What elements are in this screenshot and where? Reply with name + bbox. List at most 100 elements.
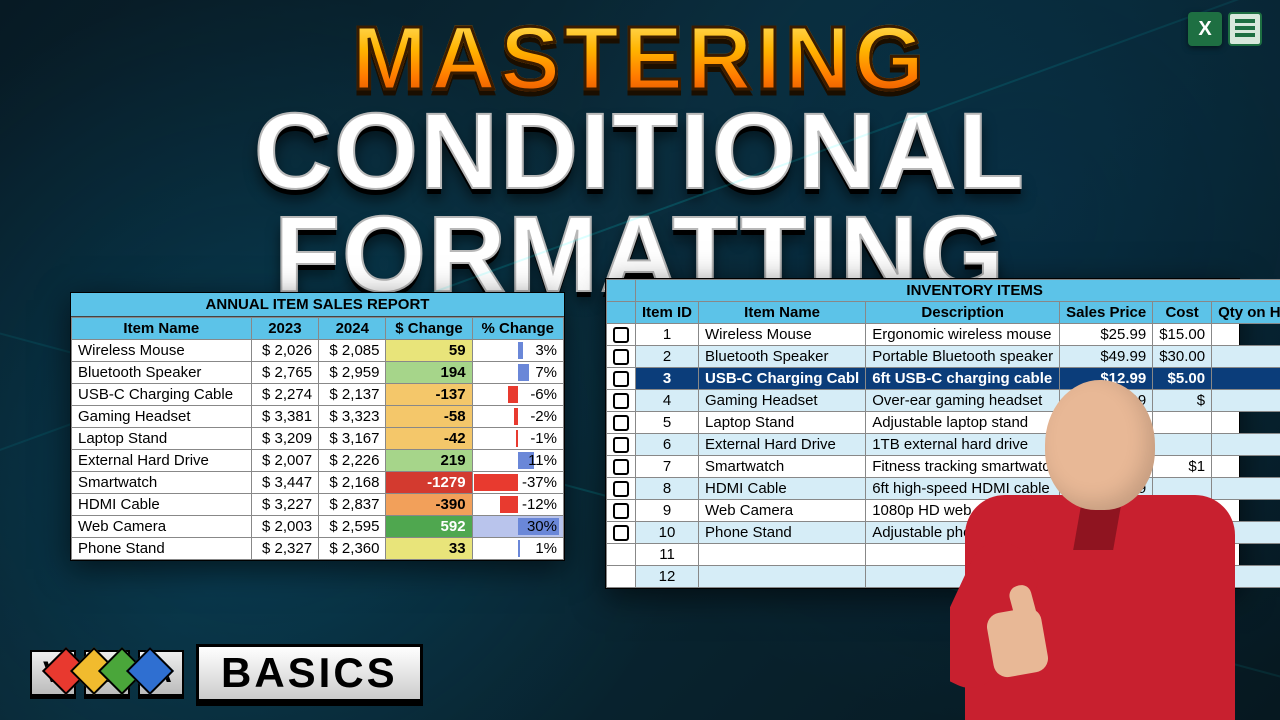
table-row: Web Camera$ 2,003$ 2,59559230% (72, 516, 564, 538)
column-header: Cost (1153, 302, 1212, 324)
dollar-change: -390 (386, 494, 472, 516)
dollar-change: -1279 (386, 472, 472, 494)
column-header: 2023 (251, 318, 318, 340)
checkbox-icon[interactable] (613, 481, 629, 497)
column-header: Qty on Hand (1212, 302, 1280, 324)
table-row: Wireless Mouse$ 2,026$ 2,085593% (72, 340, 564, 362)
pct-change: 11% (472, 450, 563, 472)
item-name: Smartwatch (699, 456, 866, 478)
item-id: 11 (636, 544, 699, 566)
year-2024: $ 3,167 (319, 428, 386, 450)
item-name: Bluetooth Speaker (699, 346, 866, 368)
checkbox-icon[interactable] (613, 437, 629, 453)
pct-change: 1% (472, 538, 563, 560)
item-name: Laptop Stand (699, 412, 866, 434)
item-name (699, 566, 866, 588)
pct-change: -12% (472, 494, 563, 516)
item-id: 9 (636, 500, 699, 522)
year-2023: $ 2,007 (251, 450, 318, 472)
year-2023: $ 3,227 (251, 494, 318, 516)
item-id: 7 (636, 456, 699, 478)
headline-line1: MASTERING (0, 14, 1280, 104)
pct-change: 7% (472, 362, 563, 384)
column-header: Item Name (72, 318, 252, 340)
item-name: USB-C Charging Cabl (699, 368, 866, 390)
item-name: Gaming Headset (699, 390, 866, 412)
dollar-change: -137 (386, 384, 472, 406)
year-2024: $ 2,360 (319, 538, 386, 560)
year-2023: $ 3,381 (251, 406, 318, 428)
pct-change: 30% (472, 516, 563, 538)
headline-line2: CONDITIONAL FORMATTING (0, 100, 1280, 305)
year-2023: $ 2,026 (251, 340, 318, 362)
checkbox-icon[interactable]: ✓ (613, 371, 629, 387)
year-2024: $ 2,168 (319, 472, 386, 494)
dollar-change: 194 (386, 362, 472, 384)
column-header: % Change (472, 318, 563, 340)
item-name: Wireless Mouse (72, 340, 252, 362)
checkbox-icon[interactable] (613, 503, 629, 519)
checkbox-icon[interactable] (613, 415, 629, 431)
item-id: 4 (636, 390, 699, 412)
basics-plate: BASICS (196, 644, 423, 702)
dollar-change: -58 (386, 406, 472, 428)
sales-price: $25.99 (1060, 324, 1153, 346)
item-id: 6 (636, 434, 699, 456)
presenter-photo (950, 360, 1250, 720)
dollar-change: 33 (386, 538, 472, 560)
column-header: Item ID (636, 302, 699, 324)
item-description: Ergonomic wireless mouse (866, 324, 1060, 346)
year-2024: $ 2,085 (319, 340, 386, 362)
table-row: Phone Stand$ 2,327$ 2,360331% (72, 538, 564, 560)
table-row: Smartwatch$ 3,447$ 2,168-1279-37% (72, 472, 564, 494)
vba-basics-logo: VBA BASICS (30, 644, 423, 702)
checkbox-icon[interactable] (613, 327, 629, 343)
item-id: 12 (636, 566, 699, 588)
item-name: Bluetooth Speaker (72, 362, 252, 384)
table-row: HDMI Cable$ 3,227$ 2,837-390-12% (72, 494, 564, 516)
item-name: Laptop Stand (72, 428, 252, 450)
dollar-change: -42 (386, 428, 472, 450)
year-2024: $ 2,959 (319, 362, 386, 384)
column-header: $ Change (386, 318, 472, 340)
item-name: External Hard Drive (699, 434, 866, 456)
item-id: 5 (636, 412, 699, 434)
year-2024: $ 2,226 (319, 450, 386, 472)
checkbox-icon[interactable] (613, 393, 629, 409)
checkbox-icon[interactable] (613, 525, 629, 541)
year-2023: $ 2,765 (251, 362, 318, 384)
table-row: Bluetooth Speaker$ 2,765$ 2,9591947% (72, 362, 564, 384)
year-2023: $ 2,274 (251, 384, 318, 406)
column-header: Description (866, 302, 1060, 324)
item-name: HDMI Cable (699, 478, 866, 500)
dollar-change: 59 (386, 340, 472, 362)
year-2023: $ 2,003 (251, 516, 318, 538)
checkbox-icon[interactable] (613, 459, 629, 475)
item-name: Gaming Headset (72, 406, 252, 428)
qty-on-hand: 150 (1212, 324, 1280, 346)
item-name (699, 544, 866, 566)
item-name: Phone Stand (699, 522, 866, 544)
item-id: 8 (636, 478, 699, 500)
item-id: 1 (636, 324, 699, 346)
pct-change: 3% (472, 340, 563, 362)
year-2023: $ 3,209 (251, 428, 318, 450)
checkbox-icon[interactable] (613, 349, 629, 365)
item-name: Phone Stand (72, 538, 252, 560)
table-row[interactable]: 1Wireless MouseErgonomic wireless mouse$… (607, 324, 1280, 346)
item-name: External Hard Drive (72, 450, 252, 472)
item-id: 3 (636, 368, 699, 390)
column-header: 2024 (319, 318, 386, 340)
checkbox-column (607, 302, 636, 324)
item-name: Wireless Mouse (699, 324, 866, 346)
column-header: Sales Price (1060, 302, 1153, 324)
dollar-change: 592 (386, 516, 472, 538)
item-name: Smartwatch (72, 472, 252, 494)
table-row: Laptop Stand$ 3,209$ 3,167-42-1% (72, 428, 564, 450)
pct-change: -6% (472, 384, 563, 406)
headline: MASTERING CONDITIONAL FORMATTING (0, 0, 1280, 305)
pct-change: -2% (472, 406, 563, 428)
year-2023: $ 2,327 (251, 538, 318, 560)
year-2024: $ 2,137 (319, 384, 386, 406)
item-name: Web Camera (72, 516, 252, 538)
